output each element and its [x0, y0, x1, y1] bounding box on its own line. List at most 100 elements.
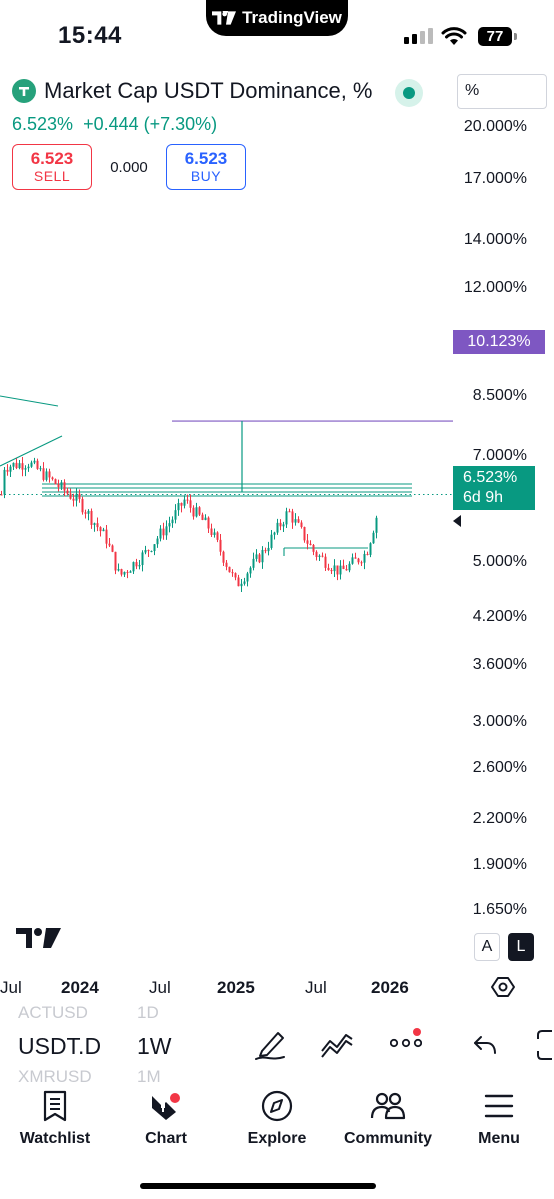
candle-body — [372, 532, 375, 544]
candle-body — [249, 567, 252, 574]
candle-body — [138, 565, 141, 567]
candle-body — [351, 557, 354, 564]
chart-settings-icon[interactable] — [490, 974, 516, 1000]
time-axis[interactable]: Jul 2024 Jul 2025 Jul 2026 — [0, 978, 554, 1002]
candle-body — [240, 583, 243, 587]
candle-body — [93, 523, 96, 525]
candle-body — [237, 577, 240, 587]
candle-body — [135, 562, 138, 567]
interval-picker-prev[interactable]: 1D — [137, 1003, 159, 1023]
interval-picker-next[interactable]: 1M — [137, 1067, 161, 1087]
price-axis-label: 3.600% — [472, 656, 527, 673]
candle-body — [270, 534, 273, 548]
time-axis-label: Jul — [0, 978, 22, 997]
candle-body — [276, 522, 279, 533]
price-axis-label: 2.200% — [472, 810, 527, 827]
candle-body — [345, 569, 348, 571]
candle-body — [279, 522, 282, 527]
notification-dot — [413, 1028, 421, 1036]
candle-body — [288, 511, 291, 513]
candle-body — [90, 510, 93, 525]
candle-body — [324, 556, 327, 568]
candle-body — [39, 468, 42, 470]
nav-chart[interactable]: Chart — [111, 1090, 221, 1148]
candle-body — [327, 567, 330, 571]
candle-body — [174, 510, 177, 520]
nav-community[interactable]: Community — [333, 1090, 443, 1148]
price-axis-label: 5.000% — [472, 553, 527, 570]
symbol-picker[interactable]: USDT.D — [18, 1033, 101, 1060]
candle-body — [255, 554, 258, 559]
unit-selector[interactable]: % — [457, 74, 547, 109]
tradingview-logo-icon — [212, 11, 237, 25]
candle-body — [315, 551, 318, 557]
market-status-icon[interactable] — [395, 79, 423, 107]
candle-body — [261, 549, 264, 563]
compass-icon — [261, 1090, 293, 1122]
candle-body — [252, 558, 255, 568]
fullscreen-icon[interactable] — [536, 1029, 554, 1061]
indicators-icon[interactable] — [320, 1029, 354, 1061]
candle-body — [180, 503, 183, 506]
candle-body — [204, 517, 207, 520]
candle-body — [216, 532, 219, 540]
candle-body — [243, 581, 246, 584]
candle-body — [156, 538, 159, 545]
candle-body — [159, 528, 162, 539]
nav-chart-label: Chart — [145, 1130, 187, 1147]
price-axis-label: 7.000% — [472, 447, 527, 464]
undo-icon[interactable] — [472, 1033, 498, 1057]
nav-menu-label: Menu — [478, 1130, 520, 1147]
candle-body — [318, 555, 321, 557]
time-axis-label: Jul — [149, 978, 171, 997]
candle-body — [264, 549, 267, 552]
battery-indicator: 77 — [478, 27, 512, 46]
status-bar: 15:44 TradingView 77 — [0, 0, 554, 70]
drawing-pen-icon[interactable] — [254, 1029, 288, 1061]
candle-body — [84, 512, 87, 514]
price-axis-label: 4.200% — [472, 608, 527, 625]
scroll-to-latest-icon[interactable] — [453, 515, 461, 527]
wedge-line — [0, 395, 59, 407]
chart-icon — [152, 1092, 180, 1120]
interval-picker[interactable]: 1W — [137, 1033, 172, 1060]
tradingview-watermark-icon — [16, 928, 61, 948]
candle-body — [30, 462, 33, 467]
candle-body — [12, 462, 15, 467]
home-indicator — [140, 1183, 376, 1189]
candle-body — [306, 540, 309, 544]
candle-body — [120, 569, 123, 575]
candle-body — [189, 500, 192, 508]
candle-body — [171, 519, 174, 524]
symbol-picker-prev[interactable]: ACTUSD — [18, 1003, 88, 1023]
price-axis-label: 17.000% — [463, 170, 527, 187]
candle-body — [282, 524, 285, 527]
hamburger-menu-icon — [484, 1094, 514, 1118]
log-scale-button[interactable]: L — [508, 933, 534, 961]
candle-body — [195, 507, 198, 517]
symbol-picker-next[interactable]: XMRUSD — [18, 1067, 92, 1087]
candle-body — [231, 572, 234, 574]
candle-body — [360, 562, 363, 564]
candle-body — [153, 544, 156, 552]
more-options-icon[interactable] — [390, 1037, 422, 1049]
symbol-header[interactable]: Market Cap USDT Dominance, % — [12, 78, 373, 104]
nav-community-label: Community — [344, 1130, 432, 1147]
price-axis-label: 1.650% — [472, 901, 527, 918]
candle-body — [33, 460, 36, 463]
nav-watchlist[interactable]: Watchlist — [0, 1090, 110, 1148]
auto-scale-button[interactable]: A — [474, 933, 500, 961]
status-time: 15:44 — [58, 22, 122, 49]
bar-countdown: 6d 9h — [463, 489, 504, 506]
candle-body — [21, 463, 24, 470]
candle-body — [201, 514, 204, 520]
candle-body — [102, 529, 105, 532]
candle-body — [207, 517, 210, 529]
time-axis-label: 2025 — [217, 978, 255, 997]
candle-body — [63, 482, 66, 491]
nav-explore[interactable]: Explore — [222, 1090, 332, 1148]
candle-body — [81, 498, 84, 513]
candle-body — [273, 532, 276, 535]
nav-menu[interactable]: Menu — [444, 1090, 554, 1148]
candle-body — [0, 494, 3, 496]
